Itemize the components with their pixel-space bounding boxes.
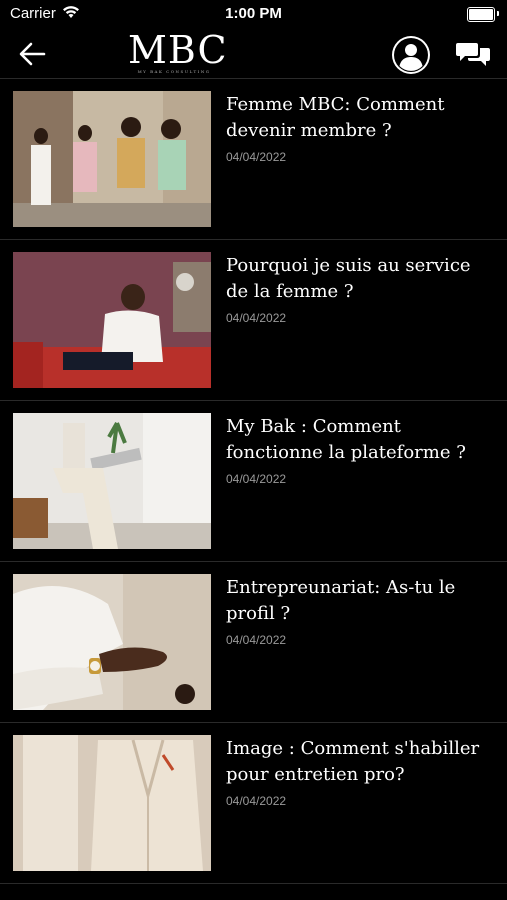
article-title: Image : Comment s'habiller pour entretie… [226,738,480,785]
article-title: Femme MBC: Comment devenir membre ? [226,94,445,141]
chat-bubbles-icon[interactable] [456,40,490,70]
woman-with-laptop-photo [13,413,211,549]
status-bar: Carrier 1:00 PM [0,0,507,28]
user-profile-icon[interactable] [391,35,431,75]
battery-icon [467,7,495,22]
article-item[interactable]: Femme MBC: Comment devenir membre ? 04/0… [0,79,507,240]
article-date: 04/04/2022 [226,633,287,647]
woman-on-red-sofa-photo [13,252,211,388]
battery-tip [497,11,499,16]
beige-suit-photo [13,735,211,871]
logo-tagline: MY BAK CONSULTING [137,69,211,74]
article-date: 04/04/2022 [226,311,287,325]
header-bar: MBC MY BAK CONSULTING [0,28,507,79]
back-arrow-icon[interactable] [16,38,48,70]
hand-with-watch-photo [13,574,211,710]
women-in-suits-photo [13,91,211,227]
article-item[interactable]: Image : Comment s'habiller pour entretie… [0,723,507,884]
article-item[interactable]: My Bak : Comment fonctionne la plateform… [0,401,507,562]
article-date: 04/04/2022 [226,150,287,164]
article-item[interactable]: Entrepreunariat: As-tu le profil ? 04/04… [0,562,507,723]
logo-text: MBC [128,28,228,72]
article-title: My Bak : Comment fonctionne la plateform… [226,416,466,463]
article-item[interactable]: Pourquoi je suis au service de la femme … [0,240,507,401]
brand-logo: MBC MY BAK CONSULTING [128,28,228,74]
article-date: 04/04/2022 [226,794,287,808]
article-title: Pourquoi je suis au service de la femme … [226,255,471,302]
clock: 1:00 PM [225,5,282,22]
article-date: 04/04/2022 [226,472,287,486]
article-title: Entrepreunariat: As-tu le profil ? [226,577,456,624]
article-list: Femme MBC: Comment devenir membre ? 04/0… [0,79,507,884]
